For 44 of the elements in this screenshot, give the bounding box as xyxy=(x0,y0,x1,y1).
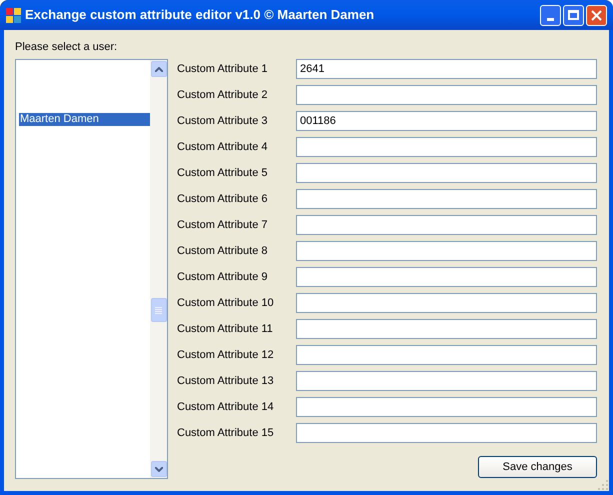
attribute-field[interactable] xyxy=(296,345,597,365)
attribute-label: Custom Attribute 7 xyxy=(177,218,268,233)
attribute-label: Custom Attribute 9 xyxy=(177,270,268,285)
attribute-label: Custom Attribute 12 xyxy=(177,348,275,363)
resize-grip-icon[interactable] xyxy=(598,480,608,490)
attribute-label: Custom Attribute 6 xyxy=(177,192,268,207)
attribute-field[interactable] xyxy=(296,163,597,183)
close-icon xyxy=(591,10,602,20)
attribute-label: Custom Attribute 5 xyxy=(177,166,268,181)
scroll-down-button[interactable] xyxy=(150,461,166,477)
app-icon xyxy=(6,8,21,22)
maximize-button[interactable] xyxy=(563,4,584,26)
attribute-field[interactable] xyxy=(296,319,597,339)
scroll-thumb[interactable] xyxy=(150,298,166,322)
window-title: Exchange custom attribute editor v1.0 © Maarten Damen xyxy=(25,6,374,24)
minimize-button[interactable] xyxy=(540,4,561,26)
attribute-label: Custom Attribute 14 xyxy=(177,400,275,415)
attribute-field[interactable]: 001186 xyxy=(296,111,597,131)
attribute-label: Custom Attribute 2 xyxy=(177,88,268,103)
attribute-field[interactable] xyxy=(296,189,597,209)
attribute-field[interactable] xyxy=(296,293,597,313)
attribute-field[interactable] xyxy=(296,215,597,235)
save-button[interactable]: Save changes xyxy=(478,456,597,478)
attribute-label: Custom Attribute 8 xyxy=(177,244,268,259)
attribute-label: Custom Attribute 1 xyxy=(177,62,268,77)
scrollbar[interactable] xyxy=(150,60,167,478)
attribute-field[interactable] xyxy=(296,397,597,417)
attribute-field[interactable] xyxy=(296,137,597,157)
close-button[interactable] xyxy=(586,4,607,26)
attribute-label: Custom Attribute 11 xyxy=(177,322,274,337)
attribute-label: Custom Attribute 15 xyxy=(177,426,275,441)
list-label: Please select a user: xyxy=(15,40,118,55)
attribute-field[interactable] xyxy=(296,423,597,443)
attribute-field[interactable] xyxy=(296,267,597,287)
attribute-field[interactable] xyxy=(296,241,597,261)
list-item[interactable]: Maarten Damen xyxy=(19,113,150,126)
attribute-field[interactable]: 2641 xyxy=(296,59,597,79)
attribute-label: Custom Attribute 4 xyxy=(177,140,268,155)
attribute-label: Custom Attribute 13 xyxy=(177,374,275,389)
scroll-up-button[interactable] xyxy=(150,61,166,77)
attribute-field[interactable] xyxy=(296,371,597,391)
attribute-field[interactable] xyxy=(296,85,597,105)
attribute-label: Custom Attribute 10 xyxy=(177,296,275,311)
attribute-label: Custom Attribute 3 xyxy=(177,114,268,129)
